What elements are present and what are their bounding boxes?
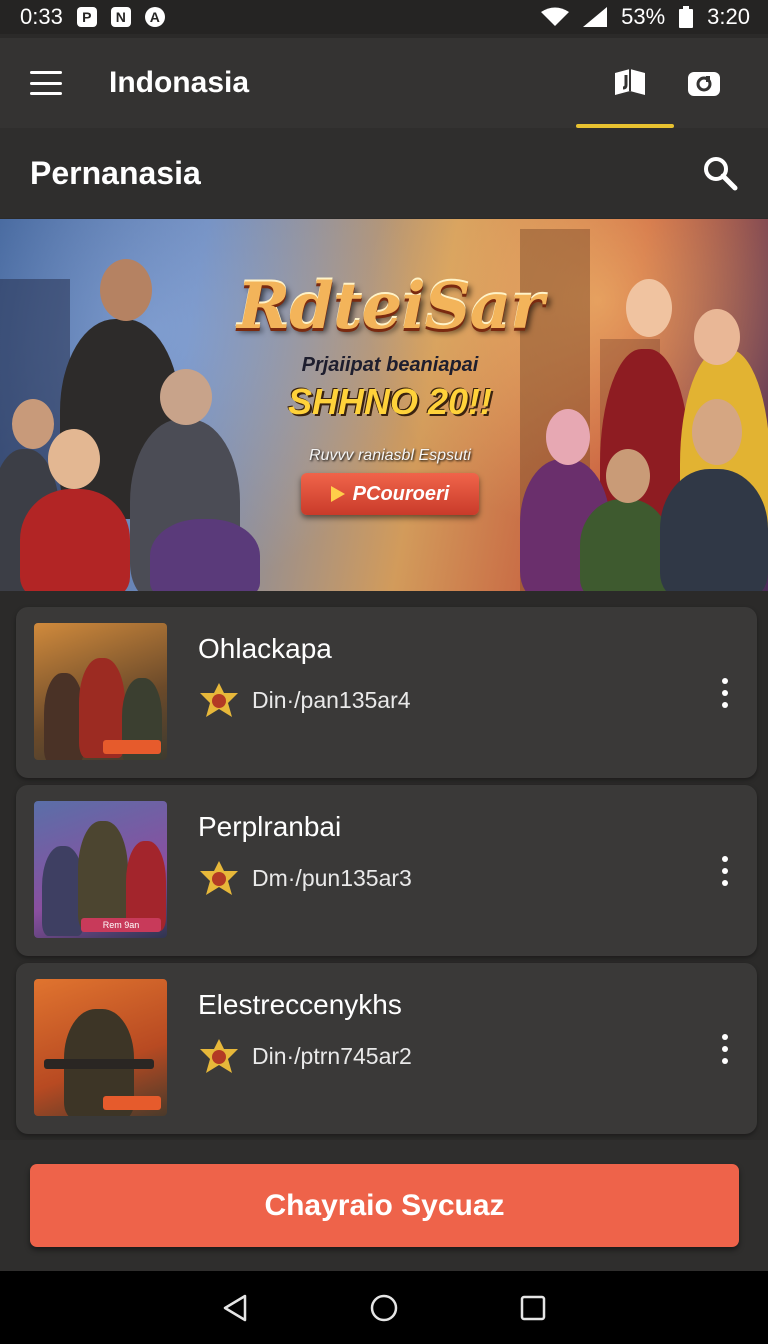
banner-tagline: Prjaiipat beaniapai xyxy=(301,354,479,376)
notification-icon-p: P xyxy=(76,7,97,27)
banner-cta-label: PCouroeri xyxy=(352,482,450,505)
section-title: Pernanasia xyxy=(30,154,201,191)
thumbnail-badge xyxy=(103,740,161,754)
badge-icon xyxy=(200,861,238,895)
banner-headline: SHHNO 20!! xyxy=(287,381,493,422)
gamepad-icon xyxy=(688,72,720,96)
wifi-icon xyxy=(541,7,570,26)
book-icon xyxy=(615,69,645,95)
list-item[interactable]: Elestreccenykhs Din·/ptrn745ar2 xyxy=(16,963,757,1134)
signal-icon xyxy=(583,7,608,27)
section-header: Pernanasia xyxy=(0,128,768,218)
banner-subtext: Ruvvv raniasbl Espsuti xyxy=(309,447,471,464)
notification-icon-a: A xyxy=(144,7,165,27)
item-meta: Dm·/pun135ar3 xyxy=(252,864,412,891)
banner-cta-button[interactable]: PCouroeri xyxy=(301,473,479,515)
banner-content: RdteiSar Prjaiipat beaniapai SHHNO 20!! … xyxy=(230,269,550,515)
home-icon[interactable] xyxy=(369,1293,399,1323)
item-thumbnail xyxy=(34,623,167,760)
item-thumbnail: Rem 9an xyxy=(34,801,167,938)
thumbnail-badge xyxy=(103,1096,161,1110)
status-bar: 0:33 P N A 53% 3:20 xyxy=(0,0,768,34)
menu-icon[interactable] xyxy=(30,71,62,95)
item-title: Elestreccenykhs xyxy=(198,989,402,1020)
back-icon[interactable] xyxy=(221,1293,249,1323)
banner-logo: RdteiSar xyxy=(237,269,544,344)
item-title: Ohlackapa xyxy=(198,633,332,664)
list-item[interactable]: Rem 9an Perplranbai Dm·/pun135ar3 xyxy=(16,785,757,956)
thumbnail-badge: Rem 9an xyxy=(81,918,161,932)
status-time-left: 0:33 xyxy=(20,4,63,29)
item-title: Perplranbai xyxy=(198,811,342,842)
item-meta: Din·/pan135ar4 xyxy=(252,686,411,713)
more-options-icon[interactable] xyxy=(713,1034,737,1064)
notification-icon-n: N xyxy=(110,7,131,27)
status-time-right: 3:20 xyxy=(707,4,750,29)
battery-percent: 53% xyxy=(621,4,666,29)
play-icon xyxy=(330,486,345,502)
search-icon[interactable] xyxy=(702,155,738,191)
item-meta: Din·/ptrn745ar2 xyxy=(252,1042,412,1069)
more-options-icon[interactable] xyxy=(713,856,737,886)
item-thumbnail xyxy=(34,979,167,1116)
badge-icon xyxy=(200,683,238,717)
battery-icon xyxy=(679,6,694,28)
list-item[interactable]: Ohlackapa Din·/pan135ar4 xyxy=(16,607,757,778)
system-navigation-bar xyxy=(0,1271,768,1344)
app-bar: Indonasia xyxy=(0,38,768,128)
primary-action-button[interactable]: Chayraio Sycuaz xyxy=(30,1164,739,1247)
promo-banner[interactable]: RdteiSar Prjaiipat beaniapai SHHNO 20!! … xyxy=(0,219,768,591)
recents-icon[interactable] xyxy=(519,1294,547,1322)
more-options-icon[interactable] xyxy=(713,678,737,708)
badge-icon xyxy=(200,1039,238,1073)
bottom-action-area: Chayraio Sycuaz xyxy=(0,1140,768,1271)
gamepad-tab-button[interactable] xyxy=(668,38,740,128)
book-tab-button[interactable] xyxy=(576,38,674,128)
app-title: Indonasia xyxy=(109,66,250,99)
